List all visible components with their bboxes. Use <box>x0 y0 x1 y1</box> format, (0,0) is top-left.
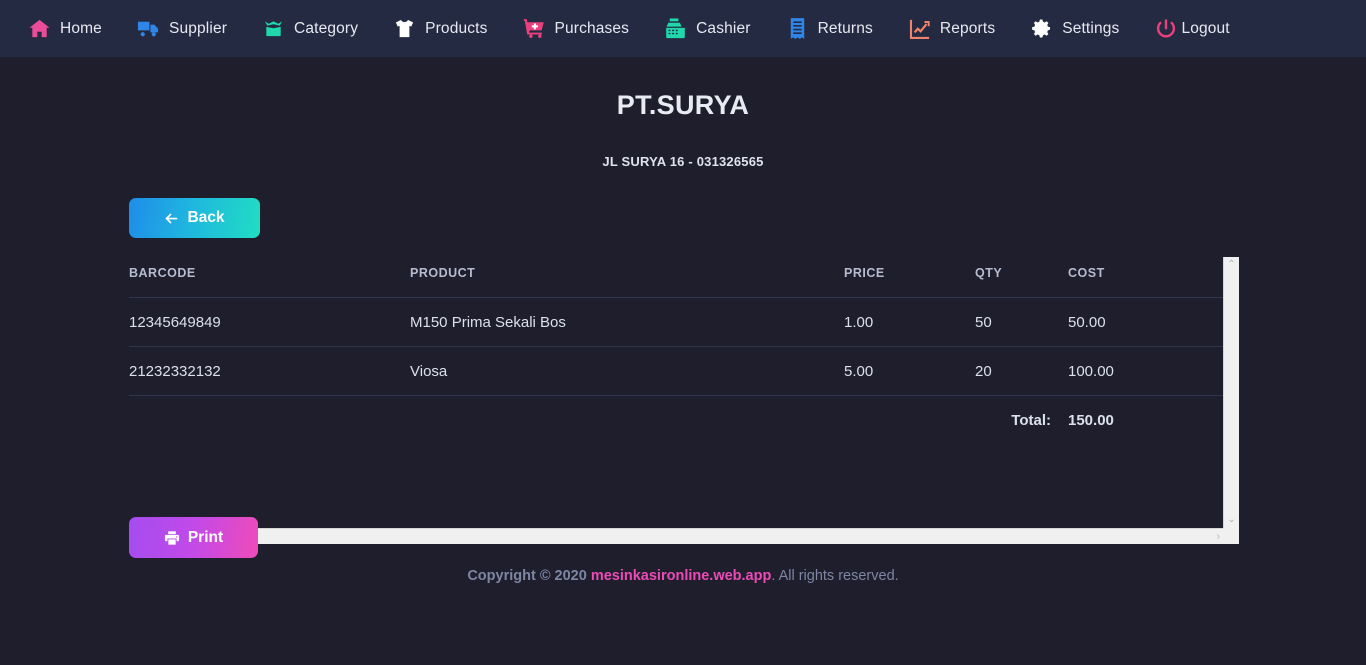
table-row: 21232332132 Viosa 5.00 20 100.00 <box>129 346 1223 396</box>
cell-cost: 100.00 <box>1068 346 1223 396</box>
power-icon <box>1154 17 1177 40</box>
table-row: 12345649849 M150 Prima Sekali Bos 1.00 5… <box>129 297 1223 347</box>
column-header-cost: COST <box>1068 257 1223 298</box>
store-address: JL SURYA 16 - 031326565 <box>602 154 764 169</box>
nav-label-returns: Returns <box>817 19 873 37</box>
nav-item-category[interactable]: Category <box>262 17 375 40</box>
total-value: 150.00 <box>1068 412 1114 429</box>
cell-price: 1.00 <box>844 297 975 347</box>
nav-label-logout: Logout <box>1181 19 1230 37</box>
print-button-wrap: Print <box>129 517 258 558</box>
nav-label-reports: Reports <box>939 19 996 37</box>
nav-item-reports[interactable]: Reports <box>908 17 1012 40</box>
nav-item-products[interactable]: Products <box>393 17 504 40</box>
column-header-price: PRICE <box>844 257 975 298</box>
main-navbar: Home Supplier Category Products Purchase… <box>0 0 1366 57</box>
cell-product: Viosa <box>410 346 844 396</box>
column-header-qty: QTY <box>975 257 1068 298</box>
open-box-icon <box>262 17 285 40</box>
receipt-icon <box>786 17 809 40</box>
footer-prefix: Copyright © 2020 <box>467 568 591 584</box>
page-body: PT.SURYA JL SURYA 16 - 031326565 Back BA… <box>0 57 1366 584</box>
nav-label-supplier: Supplier <box>168 19 228 37</box>
back-button-label: Back <box>187 209 225 226</box>
table-body: 12345649849 M150 Prima Sekali Bos 1.00 5… <box>129 297 1223 445</box>
back-button[interactable]: Back <box>129 198 260 238</box>
purchase-items-table: BARCODE PRODUCT PRICE QTY COST 123456498… <box>129 257 1223 444</box>
chart-line-icon <box>908 17 931 40</box>
page-title: PT.SURYA <box>616 90 750 120</box>
nav-label-purchases: Purchases <box>554 19 630 37</box>
scroll-up-arrow-icon[interactable]: ⌃ <box>1224 257 1238 273</box>
footer-link[interactable]: mesinkasironline.web.app <box>591 568 772 584</box>
scrollbar-corner <box>1223 528 1239 544</box>
footer-suffix: . All rights reserved. <box>771 568 899 584</box>
cell-price: 5.00 <box>844 346 975 396</box>
column-header-barcode: BARCODE <box>129 257 410 298</box>
scroll-down-arrow-icon[interactable]: ⌄ <box>1224 512 1238 528</box>
cell-barcode: 12345649849 <box>129 297 410 347</box>
column-header-product: PRODUCT <box>410 257 844 298</box>
nav-item-settings[interactable]: Settings <box>1030 17 1136 40</box>
cell-qty: 20 <box>975 346 1068 396</box>
scroll-right-arrow-icon[interactable]: › <box>1214 529 1223 545</box>
nav-label-settings: Settings <box>1062 19 1120 37</box>
nav-item-supplier[interactable]: Supplier <box>137 17 244 40</box>
footer: Copyright © 2020 mesinkasironline.web.ap… <box>0 568 1366 584</box>
nav-label-cashier: Cashier <box>696 19 751 37</box>
horizontal-scrollbar[interactable]: ‹ › <box>129 528 1223 544</box>
cell-product: M150 Prima Sekali Bos <box>410 297 844 347</box>
total-label: Total: <box>1011 412 1051 429</box>
cart-plus-icon <box>523 17 546 40</box>
arrow-left-icon <box>164 211 179 226</box>
content-area: Back BARCODE PRODUCT PRICE QTY COST 1234… <box>129 169 1239 558</box>
tshirt-icon <box>393 17 416 40</box>
gear-icon <box>1030 17 1053 40</box>
nav-item-logout[interactable]: Logout <box>1154 17 1246 40</box>
nav-item-purchases[interactable]: Purchases <box>523 17 647 40</box>
cell-cost: 50.00 <box>1068 297 1223 347</box>
table-viewport: BARCODE PRODUCT PRICE QTY COST 123456498… <box>129 257 1223 528</box>
vertical-scrollbar[interactable]: ⌃ ⌄ <box>1223 257 1239 528</box>
nav-item-returns[interactable]: Returns <box>786 17 890 40</box>
cell-qty: 50 <box>975 297 1068 347</box>
print-button[interactable]: Print <box>129 517 258 558</box>
table-head: BARCODE PRODUCT PRICE QTY COST <box>129 257 1223 298</box>
table-scroll-container: BARCODE PRODUCT PRICE QTY COST 123456498… <box>129 257 1239 544</box>
nav-item-home[interactable]: Home <box>28 17 119 40</box>
nav-label-category: Category <box>294 19 359 37</box>
cell-barcode: 21232332132 <box>129 346 410 396</box>
table-total-row: Total: 150.00 <box>129 396 1223 445</box>
home-icon <box>28 17 51 40</box>
nav-label-products: Products <box>425 19 488 37</box>
nav-label-home: Home <box>60 19 102 37</box>
printer-icon <box>164 530 180 546</box>
register-icon <box>664 17 687 40</box>
truck-icon <box>137 17 160 40</box>
print-button-label: Print <box>187 528 224 546</box>
table-header-row: BARCODE PRODUCT PRICE QTY COST <box>129 257 1223 298</box>
nav-item-cashier[interactable]: Cashier <box>664 17 767 40</box>
